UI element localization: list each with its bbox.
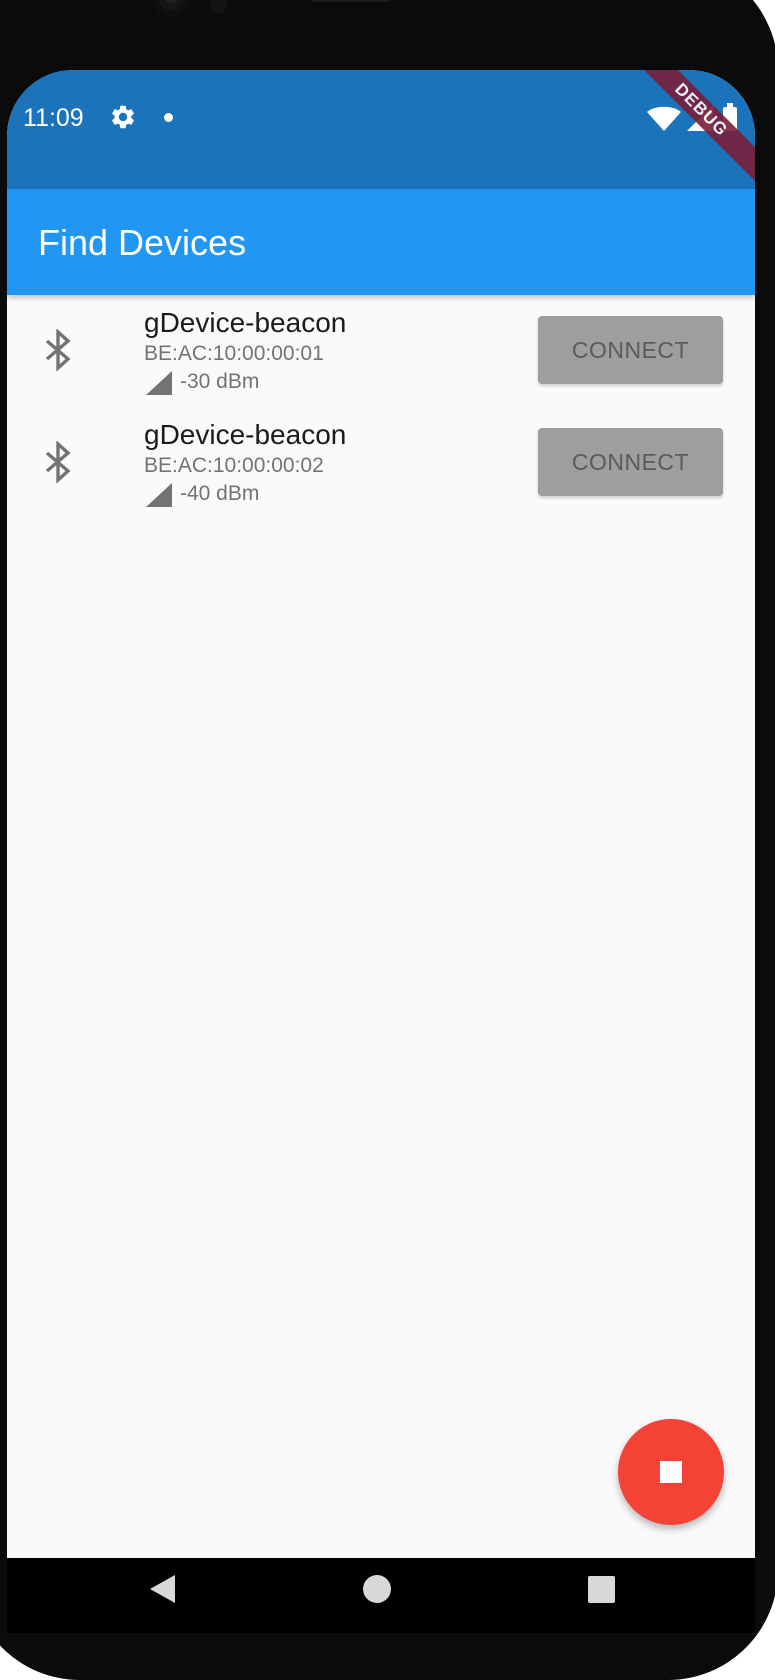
earpiece-speaker xyxy=(310,0,392,2)
bluetooth-icon xyxy=(45,329,71,371)
status-time: 11:09 xyxy=(23,104,84,132)
device-list-item: gDevice-beacon BE:AC:10:00:00:02 -40 dBm… xyxy=(7,407,755,519)
proximity-sensor xyxy=(210,0,226,14)
connect-button[interactable]: CONNECT xyxy=(538,428,723,496)
device-name: gDevice-beacon xyxy=(144,419,347,450)
notification-dot-icon xyxy=(164,113,173,122)
app-bar: Find Devices xyxy=(7,189,755,295)
device-address: BE:AC:10:00:00:01 xyxy=(144,342,324,365)
device-rssi: -30 dBm xyxy=(180,370,260,393)
front-camera xyxy=(152,0,190,16)
recents-icon[interactable] xyxy=(588,1576,615,1603)
signal-strength-icon xyxy=(146,371,172,395)
bluetooth-icon xyxy=(45,441,71,483)
device-rssi: -40 dBm xyxy=(180,482,260,505)
app-screen: 11:09 DEBUG Find Devices gDevice-beacon … xyxy=(7,70,755,1558)
device-list: gDevice-beacon BE:AC:10:00:00:01 -30 dBm… xyxy=(7,295,755,519)
stop-icon xyxy=(660,1461,682,1483)
home-icon[interactable] xyxy=(363,1575,391,1603)
device-list-item: gDevice-beacon BE:AC:10:00:00:01 -30 dBm… xyxy=(7,295,755,407)
connect-button[interactable]: CONNECT xyxy=(538,316,723,384)
system-nav-bar xyxy=(7,1558,755,1633)
back-icon[interactable] xyxy=(150,1575,175,1603)
device-address: BE:AC:10:00:00:02 xyxy=(144,454,324,477)
gear-icon xyxy=(112,105,134,129)
status-bar: 11:09 DEBUG xyxy=(7,70,755,190)
stop-scan-button[interactable] xyxy=(618,1419,724,1525)
device-name: gDevice-beacon xyxy=(144,307,347,338)
wifi-icon xyxy=(647,106,681,131)
signal-strength-icon xyxy=(146,483,172,507)
page-title: Find Devices xyxy=(38,222,247,263)
